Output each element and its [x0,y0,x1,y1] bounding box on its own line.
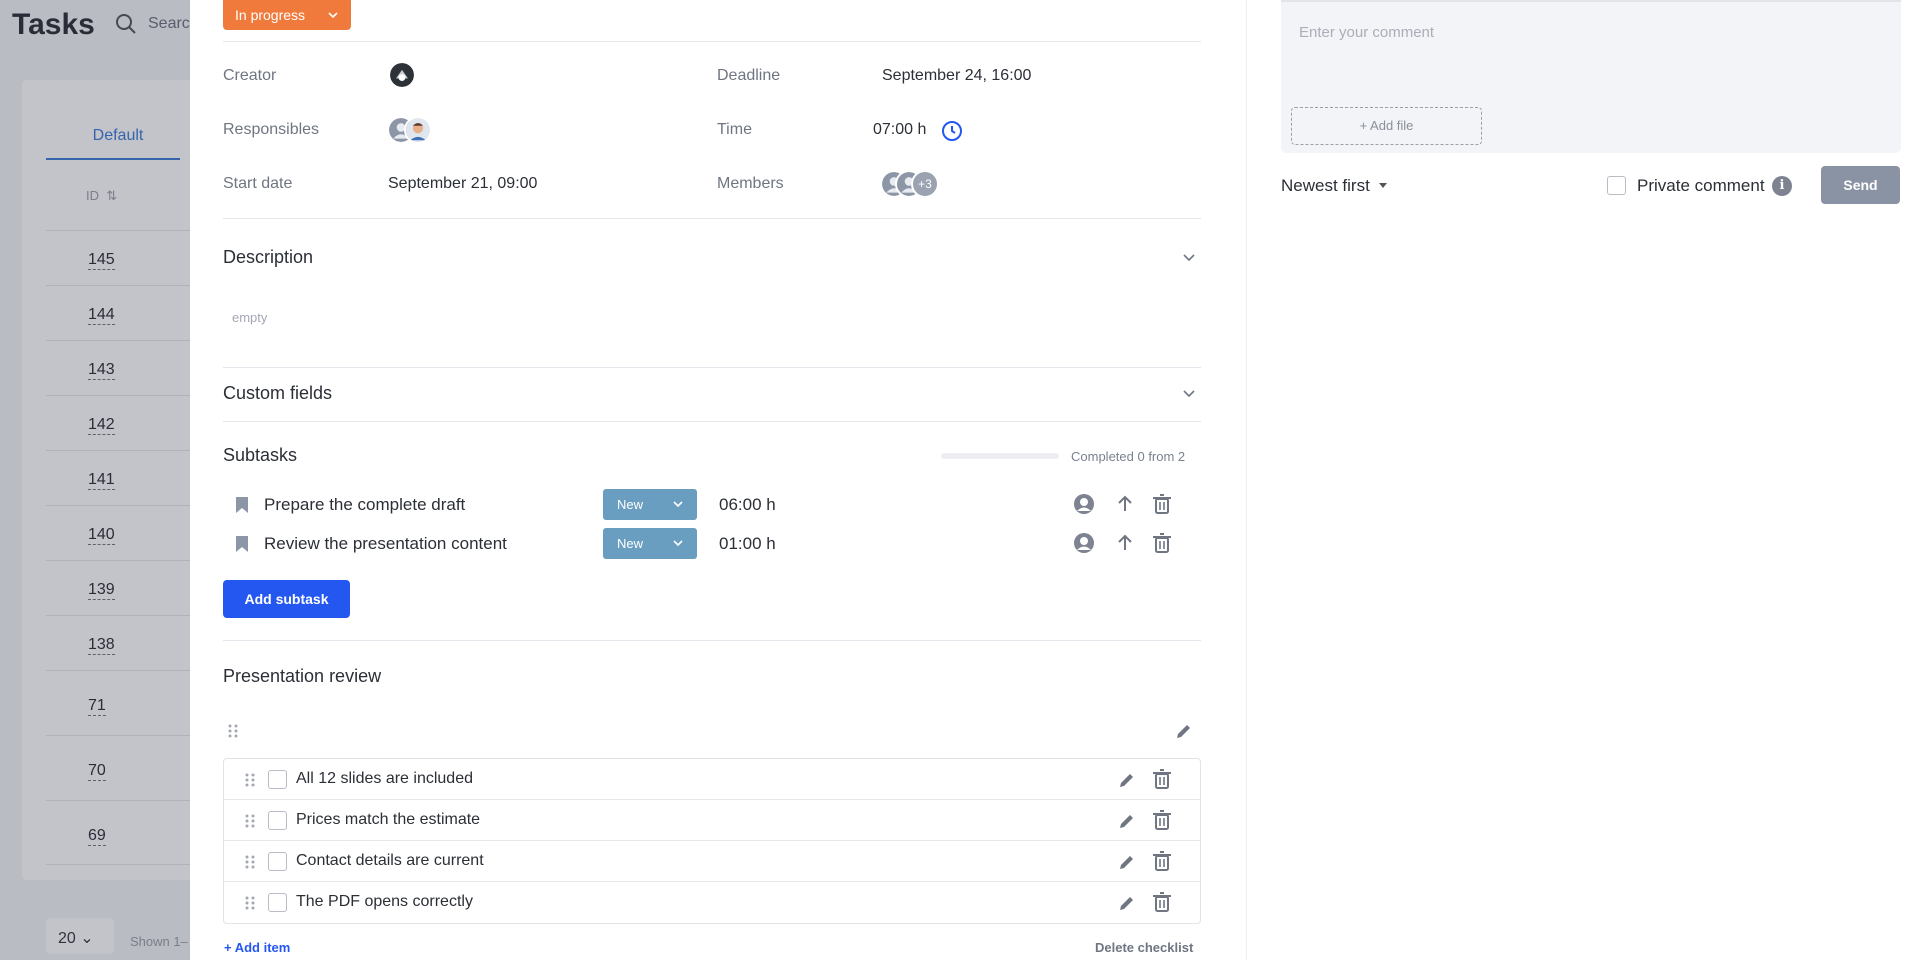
drag-handle-icon[interactable] [244,895,256,911]
trash-icon[interactable] [1151,768,1173,790]
checklist-item-checkbox[interactable] [268,852,287,871]
checklist-item: All 12 slides are included [224,759,1200,800]
comment-input[interactable]: Enter your comment [1299,24,1434,41]
divider [223,640,1201,641]
comments-panel: Enter your comment + Add file Newest fir… [1246,0,1920,960]
checklist: All 12 slides are included Prices match … [223,758,1201,924]
divider [223,41,1201,42]
subtask-name[interactable]: Review the presentation content [264,534,507,554]
checklist-item-checkbox[interactable] [268,770,287,789]
start-date-value[interactable]: September 21, 09:00 [388,175,537,193]
private-comment-checkbox[interactable] [1607,176,1626,195]
add-file-button[interactable]: + Add file [1291,107,1482,145]
time-label: Time [717,121,752,138]
delete-checklist-link[interactable]: Delete checklist [1095,940,1193,955]
custom-fields-title[interactable]: Custom fields [223,383,332,404]
divider [223,367,1201,368]
time-value[interactable]: 07:00 h [873,121,926,139]
subtasks-completed-text: Completed 0 from 2 [1071,449,1186,464]
checklist-item-checkbox[interactable] [268,893,287,912]
chevron-down-icon [328,12,338,19]
divider [223,218,1201,219]
add-subtask-button[interactable]: Add subtask [223,580,350,618]
members-more-badge[interactable]: +3 [911,170,939,198]
checklist-item: The PDF opens correctly [224,882,1200,923]
subtask-time[interactable]: 06:00 h [719,495,776,515]
pencil-icon[interactable] [1116,769,1138,791]
checklist-item-checkbox[interactable] [268,811,287,830]
subtasks-progress-bar [941,453,1059,459]
pencil-icon[interactable] [1173,720,1195,742]
checklist-item-text: Prices match the estimate [296,811,481,828]
private-comment-label[interactable]: Private comment [1637,176,1765,196]
task-detail-panel: In progress Creator Responsibles Start d… [190,0,1425,960]
trash-icon[interactable] [1151,850,1173,872]
subtask-status-dropdown[interactable]: New [603,528,697,559]
creator-avatar[interactable] [388,61,416,89]
trash-icon[interactable] [1151,493,1173,515]
bookmark-icon [236,536,248,552]
arrow-up-icon[interactable] [1114,532,1136,554]
info-icon[interactable]: i [1772,176,1792,196]
description-value[interactable]: empty [232,310,267,325]
bookmark-icon [236,497,248,513]
avatar[interactable] [404,116,432,144]
caret-down-icon [1378,183,1387,188]
subtasks-title: Subtasks [223,445,298,465]
chevron-down-icon[interactable] [1181,250,1197,266]
responsibles-label: Responsibles [223,121,320,138]
drag-handle-icon[interactable] [244,854,256,870]
add-item-link[interactable]: + Add item [224,940,290,955]
start-date-label: Start date [223,175,293,192]
comment-editor[interactable]: Enter your comment + Add file [1281,0,1901,153]
drag-handle-icon[interactable] [244,813,256,829]
description-title[interactable]: Description [223,247,313,268]
checklist-item: Contact details are current [224,841,1200,882]
pencil-icon[interactable] [1116,851,1138,873]
checklist-item-text: Contact details are current [296,852,484,869]
checklist-item-text: All 12 slides are included [296,770,473,787]
status-label: In progress [235,7,306,23]
trash-icon[interactable] [1151,532,1173,554]
checklist-item-text: The PDF opens correctly [296,893,473,910]
checklist-title[interactable]: Presentation review [223,666,381,687]
subtask-time[interactable]: 01:00 h [719,534,776,554]
pencil-icon[interactable] [1116,892,1138,914]
deadline-value[interactable]: September 24, 16:00 [882,67,1031,85]
chevron-down-icon [673,501,683,508]
subtask-row[interactable]: Prepare the complete draft New 06:00 h [223,489,1201,521]
subtask-status-dropdown[interactable]: New [603,489,697,520]
chevron-down-icon[interactable] [1181,386,1197,402]
subtask-row[interactable]: Review the presentation content New 01:0… [223,528,1201,560]
drag-handle-icon[interactable] [227,723,239,739]
deadline-label: Deadline [717,67,781,84]
user-icon[interactable] [1073,532,1095,554]
subtask-name[interactable]: Prepare the complete draft [264,495,465,515]
status-dropdown[interactable]: In progress [223,0,351,30]
trash-icon[interactable] [1151,809,1173,831]
trash-icon[interactable] [1151,891,1173,913]
send-button[interactable]: Send [1821,166,1900,204]
user-icon[interactable] [1073,493,1095,515]
chevron-down-icon [673,540,683,547]
divider [223,421,1201,422]
members-label: Members [717,175,784,192]
sort-label: Newest first [1281,176,1370,195]
clock-icon[interactable] [941,120,963,142]
sort-dropdown[interactable]: Newest first [1281,176,1388,196]
checklist-item: Prices match the estimate [224,800,1200,841]
creator-label: Creator [223,67,277,84]
pencil-icon[interactable] [1116,810,1138,832]
arrow-up-icon[interactable] [1114,493,1136,515]
drag-handle-icon[interactable] [244,772,256,788]
